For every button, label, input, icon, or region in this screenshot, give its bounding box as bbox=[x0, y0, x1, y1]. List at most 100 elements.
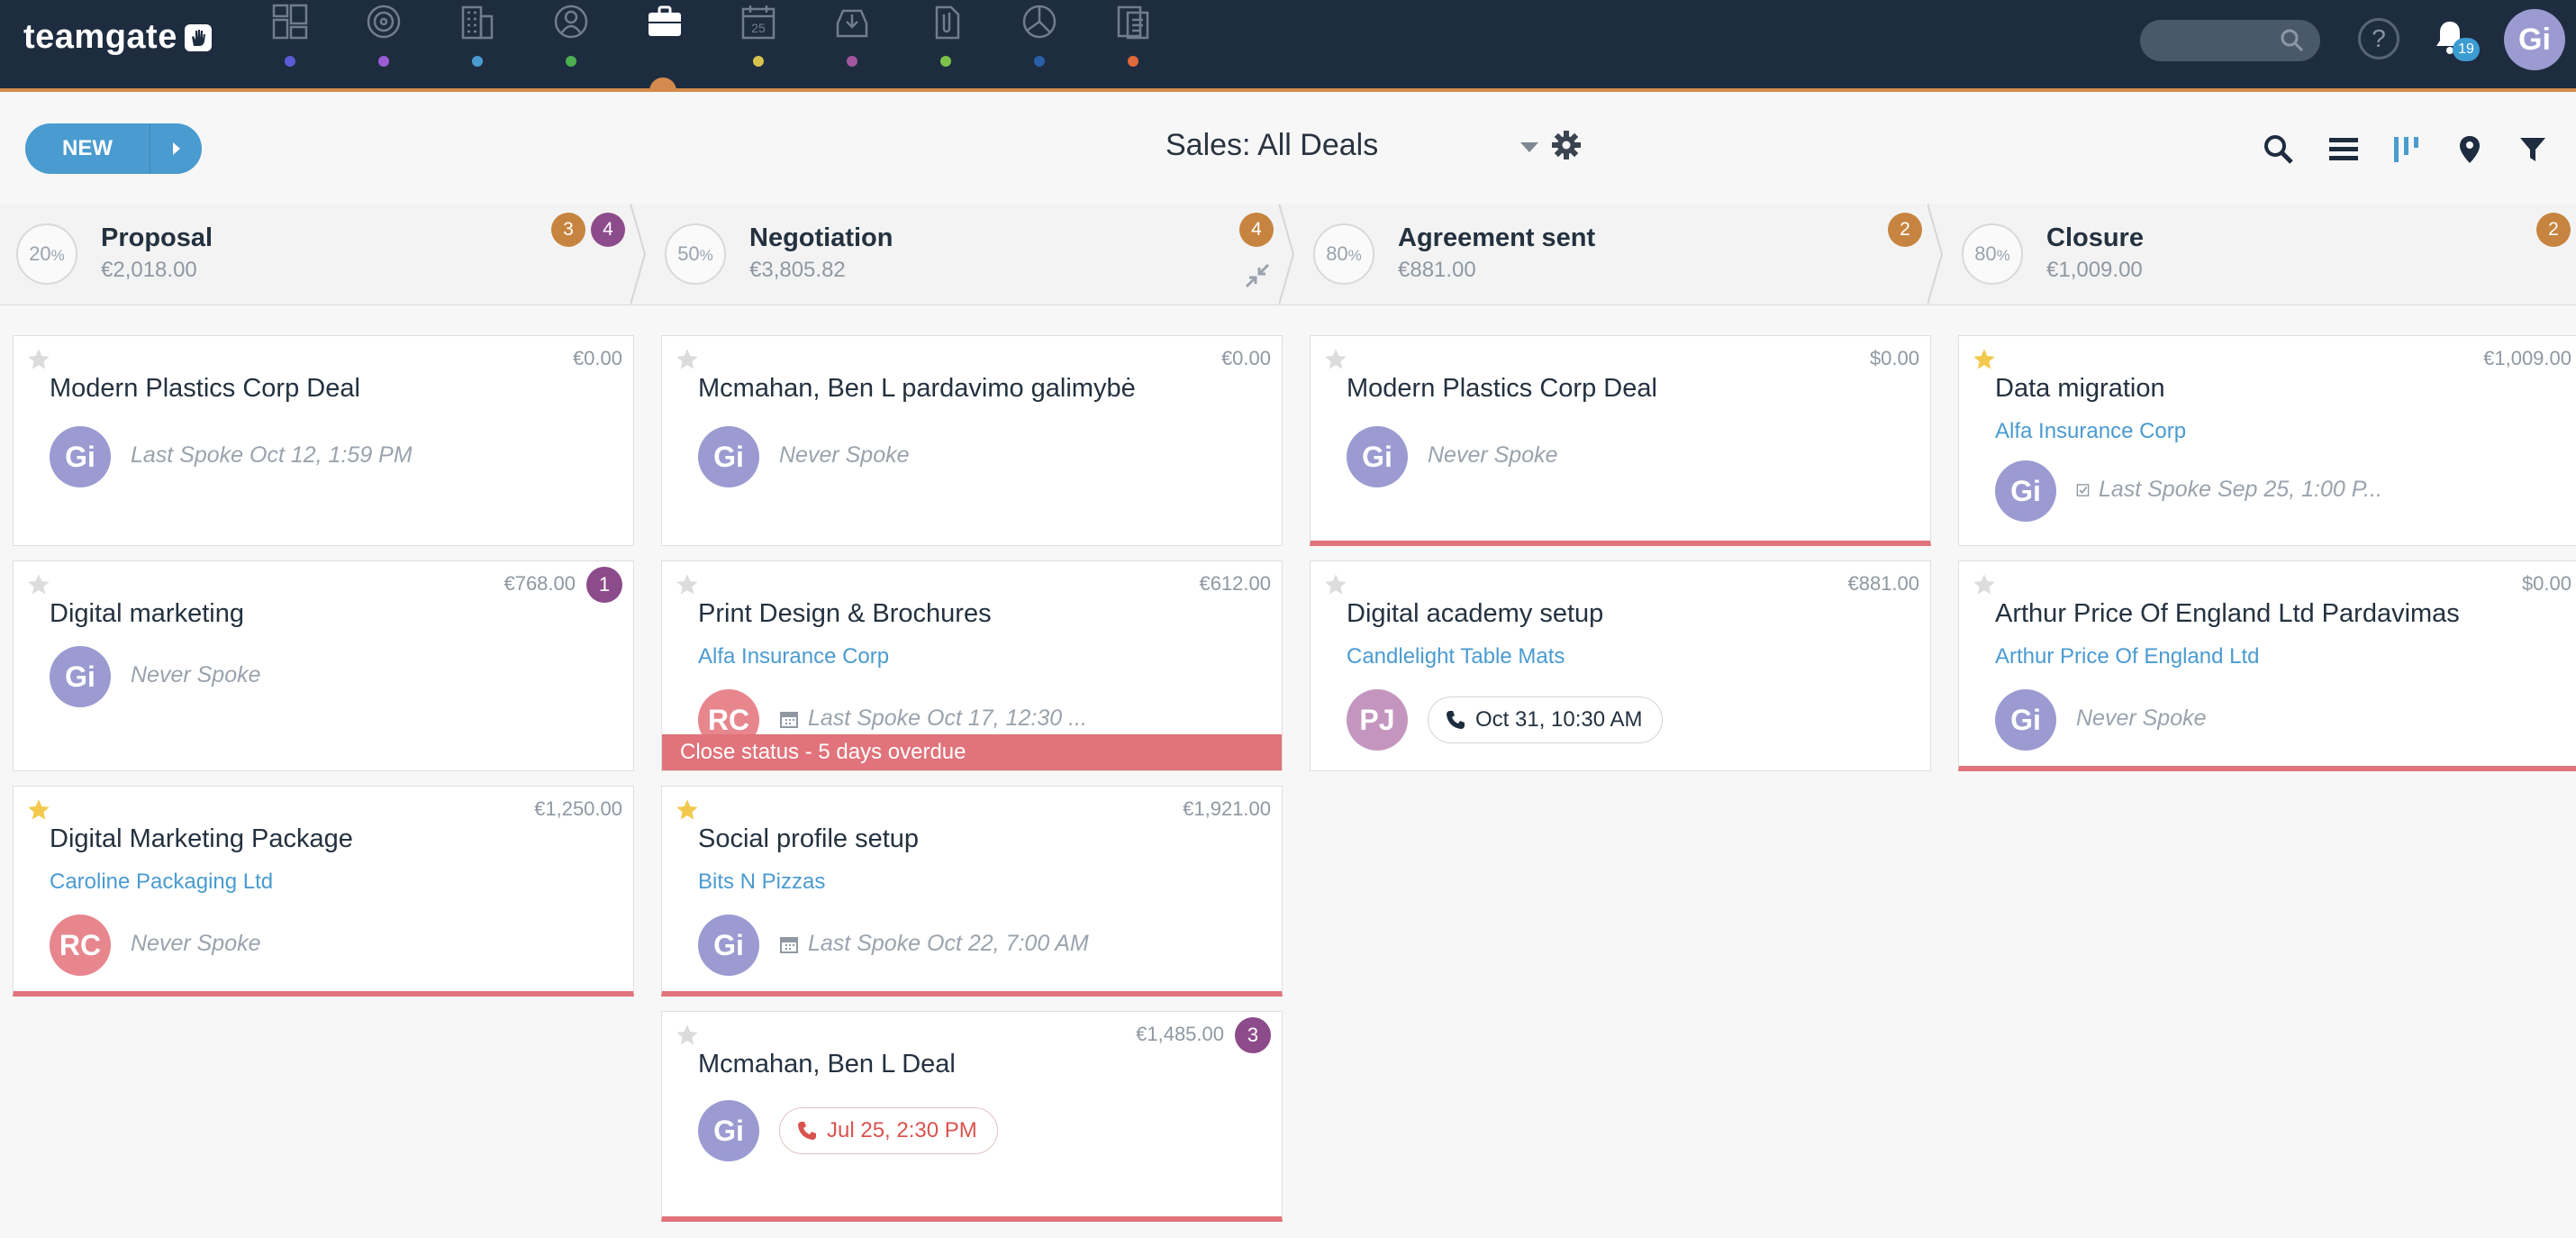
company-link[interactable]: Alfa Insurance Corp bbox=[1995, 419, 2186, 444]
deal-title[interactable]: Digital marketing bbox=[50, 599, 244, 629]
deal-count-badge: 3 bbox=[1235, 1017, 1271, 1053]
briefcase-icon bbox=[649, 5, 681, 36]
stage-agreement-sent[interactable]: 80% Agreement sent €881.00 2 bbox=[1297, 204, 1944, 305]
search-icon bbox=[2264, 135, 2293, 164]
stage-closure[interactable]: 80% Closure €1,009.00 2 bbox=[1946, 204, 2576, 305]
last-spoke: Last Spoke Sep 25, 1:00 P... bbox=[2076, 477, 2382, 503]
map-view-button[interactable] bbox=[2452, 132, 2488, 168]
nav-dashboard[interactable] bbox=[256, 0, 321, 81]
nav-dot bbox=[1034, 56, 1045, 67]
nav-deals[interactable] bbox=[630, 0, 695, 81]
search-button[interactable] bbox=[2261, 132, 2297, 168]
chart-pie-icon bbox=[1022, 5, 1057, 39]
deal-card[interactable]: €1,250.00 Digital Marketing Package Caro… bbox=[13, 786, 634, 997]
star-icon[interactable] bbox=[1323, 572, 1348, 597]
star-icon[interactable] bbox=[1323, 347, 1348, 372]
kanban-view-button[interactable] bbox=[2389, 132, 2425, 168]
deal-amount: €881.00 bbox=[1847, 572, 1919, 595]
deal-card[interactable]: $0.00 Modern Plastics Corp Deal Gi Never… bbox=[1310, 335, 1931, 546]
activity-pill[interactable]: Jul 25, 2:30 PM bbox=[779, 1107, 998, 1154]
toolbar: NEW Sales: All Deals bbox=[0, 92, 2576, 205]
deal-card[interactable]: €0.00 Mcmahan, Ben L pardavimo galimybė … bbox=[661, 335, 1283, 546]
deal-card[interactable]: €881.00 Digital academy setup Candleligh… bbox=[1310, 560, 1931, 771]
last-spoke: Never Spoke bbox=[131, 931, 261, 956]
view-selector[interactable]: Sales: All Deals bbox=[1166, 128, 1378, 163]
star-icon[interactable] bbox=[1972, 347, 1997, 372]
deal-title[interactable]: Mcmahan, Ben L pardavimo galimybė bbox=[698, 374, 1136, 404]
new-deal-button[interactable]: NEW bbox=[25, 123, 202, 174]
list-view-button[interactable] bbox=[2326, 132, 2362, 168]
last-spoke: Never Spoke bbox=[779, 442, 910, 468]
deal-title[interactable]: Social profile setup bbox=[698, 824, 919, 854]
global-search-input[interactable] bbox=[2140, 20, 2320, 61]
nav-inbox[interactable] bbox=[818, 0, 883, 81]
star-icon[interactable] bbox=[26, 572, 51, 597]
stage-total: €3,805.82 bbox=[749, 258, 846, 282]
notifications-count-badge: 19 bbox=[2453, 38, 2480, 61]
star-icon[interactable] bbox=[675, 572, 700, 597]
deal-amount: €768.00 bbox=[503, 572, 576, 595]
deal-amount: €1,250.00 bbox=[534, 797, 622, 820]
deal-title[interactable]: Modern Plastics Corp Deal bbox=[1347, 374, 1657, 404]
inbox-icon bbox=[836, 9, 868, 38]
company-link[interactable]: Bits N Pizzas bbox=[698, 869, 825, 895]
company-link[interactable]: Arthur Price Of England Ltd bbox=[1995, 644, 2259, 669]
deal-title[interactable]: Arthur Price Of England Ltd Pardavimas bbox=[1995, 599, 2460, 629]
nav-files[interactable] bbox=[912, 0, 976, 81]
stage-count-badge: 4 bbox=[591, 213, 625, 247]
star-icon[interactable] bbox=[675, 797, 700, 823]
last-spoke: Never Spoke bbox=[1428, 442, 1558, 468]
filter-button[interactable] bbox=[2515, 132, 2551, 168]
nav-documents[interactable] bbox=[1099, 0, 1164, 81]
activity-pill[interactable]: Oct 31, 10:30 AM bbox=[1428, 696, 1664, 743]
deal-card[interactable]: €1,485.00 3 Mcmahan, Ben L Deal Gi Jul 2… bbox=[661, 1011, 1283, 1222]
deal-title[interactable]: Print Design & Brochures bbox=[698, 599, 992, 629]
stage-probability: 50% bbox=[665, 223, 726, 285]
deal-title[interactable]: Digital academy setup bbox=[1347, 599, 1603, 629]
nav-calendar[interactable]: 25 bbox=[724, 0, 789, 81]
user-avatar[interactable]: Gi bbox=[2504, 9, 2565, 70]
nav-dot bbox=[472, 56, 483, 67]
nav-reports[interactable] bbox=[1005, 0, 1070, 81]
nav-leads[interactable] bbox=[349, 0, 414, 81]
star-icon[interactable] bbox=[675, 347, 700, 372]
list-icon bbox=[2329, 138, 2358, 160]
deal-card[interactable]: €768.00 1 Digital marketing Gi Never Spo… bbox=[13, 560, 634, 771]
nav-dot bbox=[753, 56, 764, 67]
stage-count-badge: 2 bbox=[1888, 213, 1922, 247]
nav-companies[interactable] bbox=[443, 0, 508, 81]
help-button[interactable]: ? bbox=[2358, 18, 2399, 59]
star-icon[interactable] bbox=[26, 797, 51, 823]
deal-amount: €1,485.00 bbox=[1136, 1023, 1224, 1045]
deal-title[interactable]: Data migration bbox=[1995, 374, 2165, 404]
collapse-icon[interactable] bbox=[1245, 263, 1270, 288]
company-link[interactable]: Candlelight Table Mats bbox=[1347, 644, 1565, 669]
teamgate-logo[interactable]: teamgate bbox=[23, 18, 212, 57]
deal-amount: $0.00 bbox=[1869, 347, 1919, 369]
deal-amount: $0.00 bbox=[2521, 572, 2571, 595]
stage-name: Proposal bbox=[101, 223, 213, 252]
chevron-down-icon[interactable] bbox=[1520, 142, 1538, 152]
deal-card[interactable]: €0.00 Modern Plastics Corp Deal Gi Last … bbox=[13, 335, 634, 546]
nav-dot bbox=[378, 56, 389, 67]
stage-total: €2,018.00 bbox=[101, 258, 197, 282]
star-icon[interactable] bbox=[26, 347, 51, 372]
deal-card[interactable]: €1,921.00 Social profile setup Bits N Pi… bbox=[661, 786, 1283, 997]
nav-people[interactable] bbox=[537, 0, 602, 81]
deal-title[interactable]: Digital Marketing Package bbox=[50, 824, 353, 854]
star-icon[interactable] bbox=[675, 1023, 700, 1048]
company-link[interactable]: Alfa Insurance Corp bbox=[698, 644, 889, 669]
stage-proposal[interactable]: 20% Proposal €2,018.00 3 4 bbox=[0, 204, 647, 305]
new-options-arrow-icon[interactable] bbox=[150, 123, 202, 174]
nav-dot bbox=[1128, 56, 1138, 67]
gear-icon[interactable] bbox=[1551, 130, 1582, 160]
company-link[interactable]: Caroline Packaging Ltd bbox=[50, 869, 273, 895]
stage-negotiation[interactable]: 50% Negotiation €3,805.82 4 bbox=[649, 204, 1295, 305]
deal-title[interactable]: Mcmahan, Ben L Deal bbox=[698, 1050, 956, 1079]
star-icon[interactable] bbox=[1972, 572, 1997, 597]
stage-name: Negotiation bbox=[749, 223, 893, 252]
deal-card[interactable]: $0.00 Arthur Price Of England Ltd Pardav… bbox=[1958, 560, 2576, 771]
deal-card[interactable]: €1,009.00 Data migration Alfa Insurance … bbox=[1958, 335, 2576, 546]
deal-card[interactable]: €612.00 Print Design & Brochures Alfa In… bbox=[661, 560, 1283, 771]
deal-title[interactable]: Modern Plastics Corp Deal bbox=[50, 374, 360, 404]
